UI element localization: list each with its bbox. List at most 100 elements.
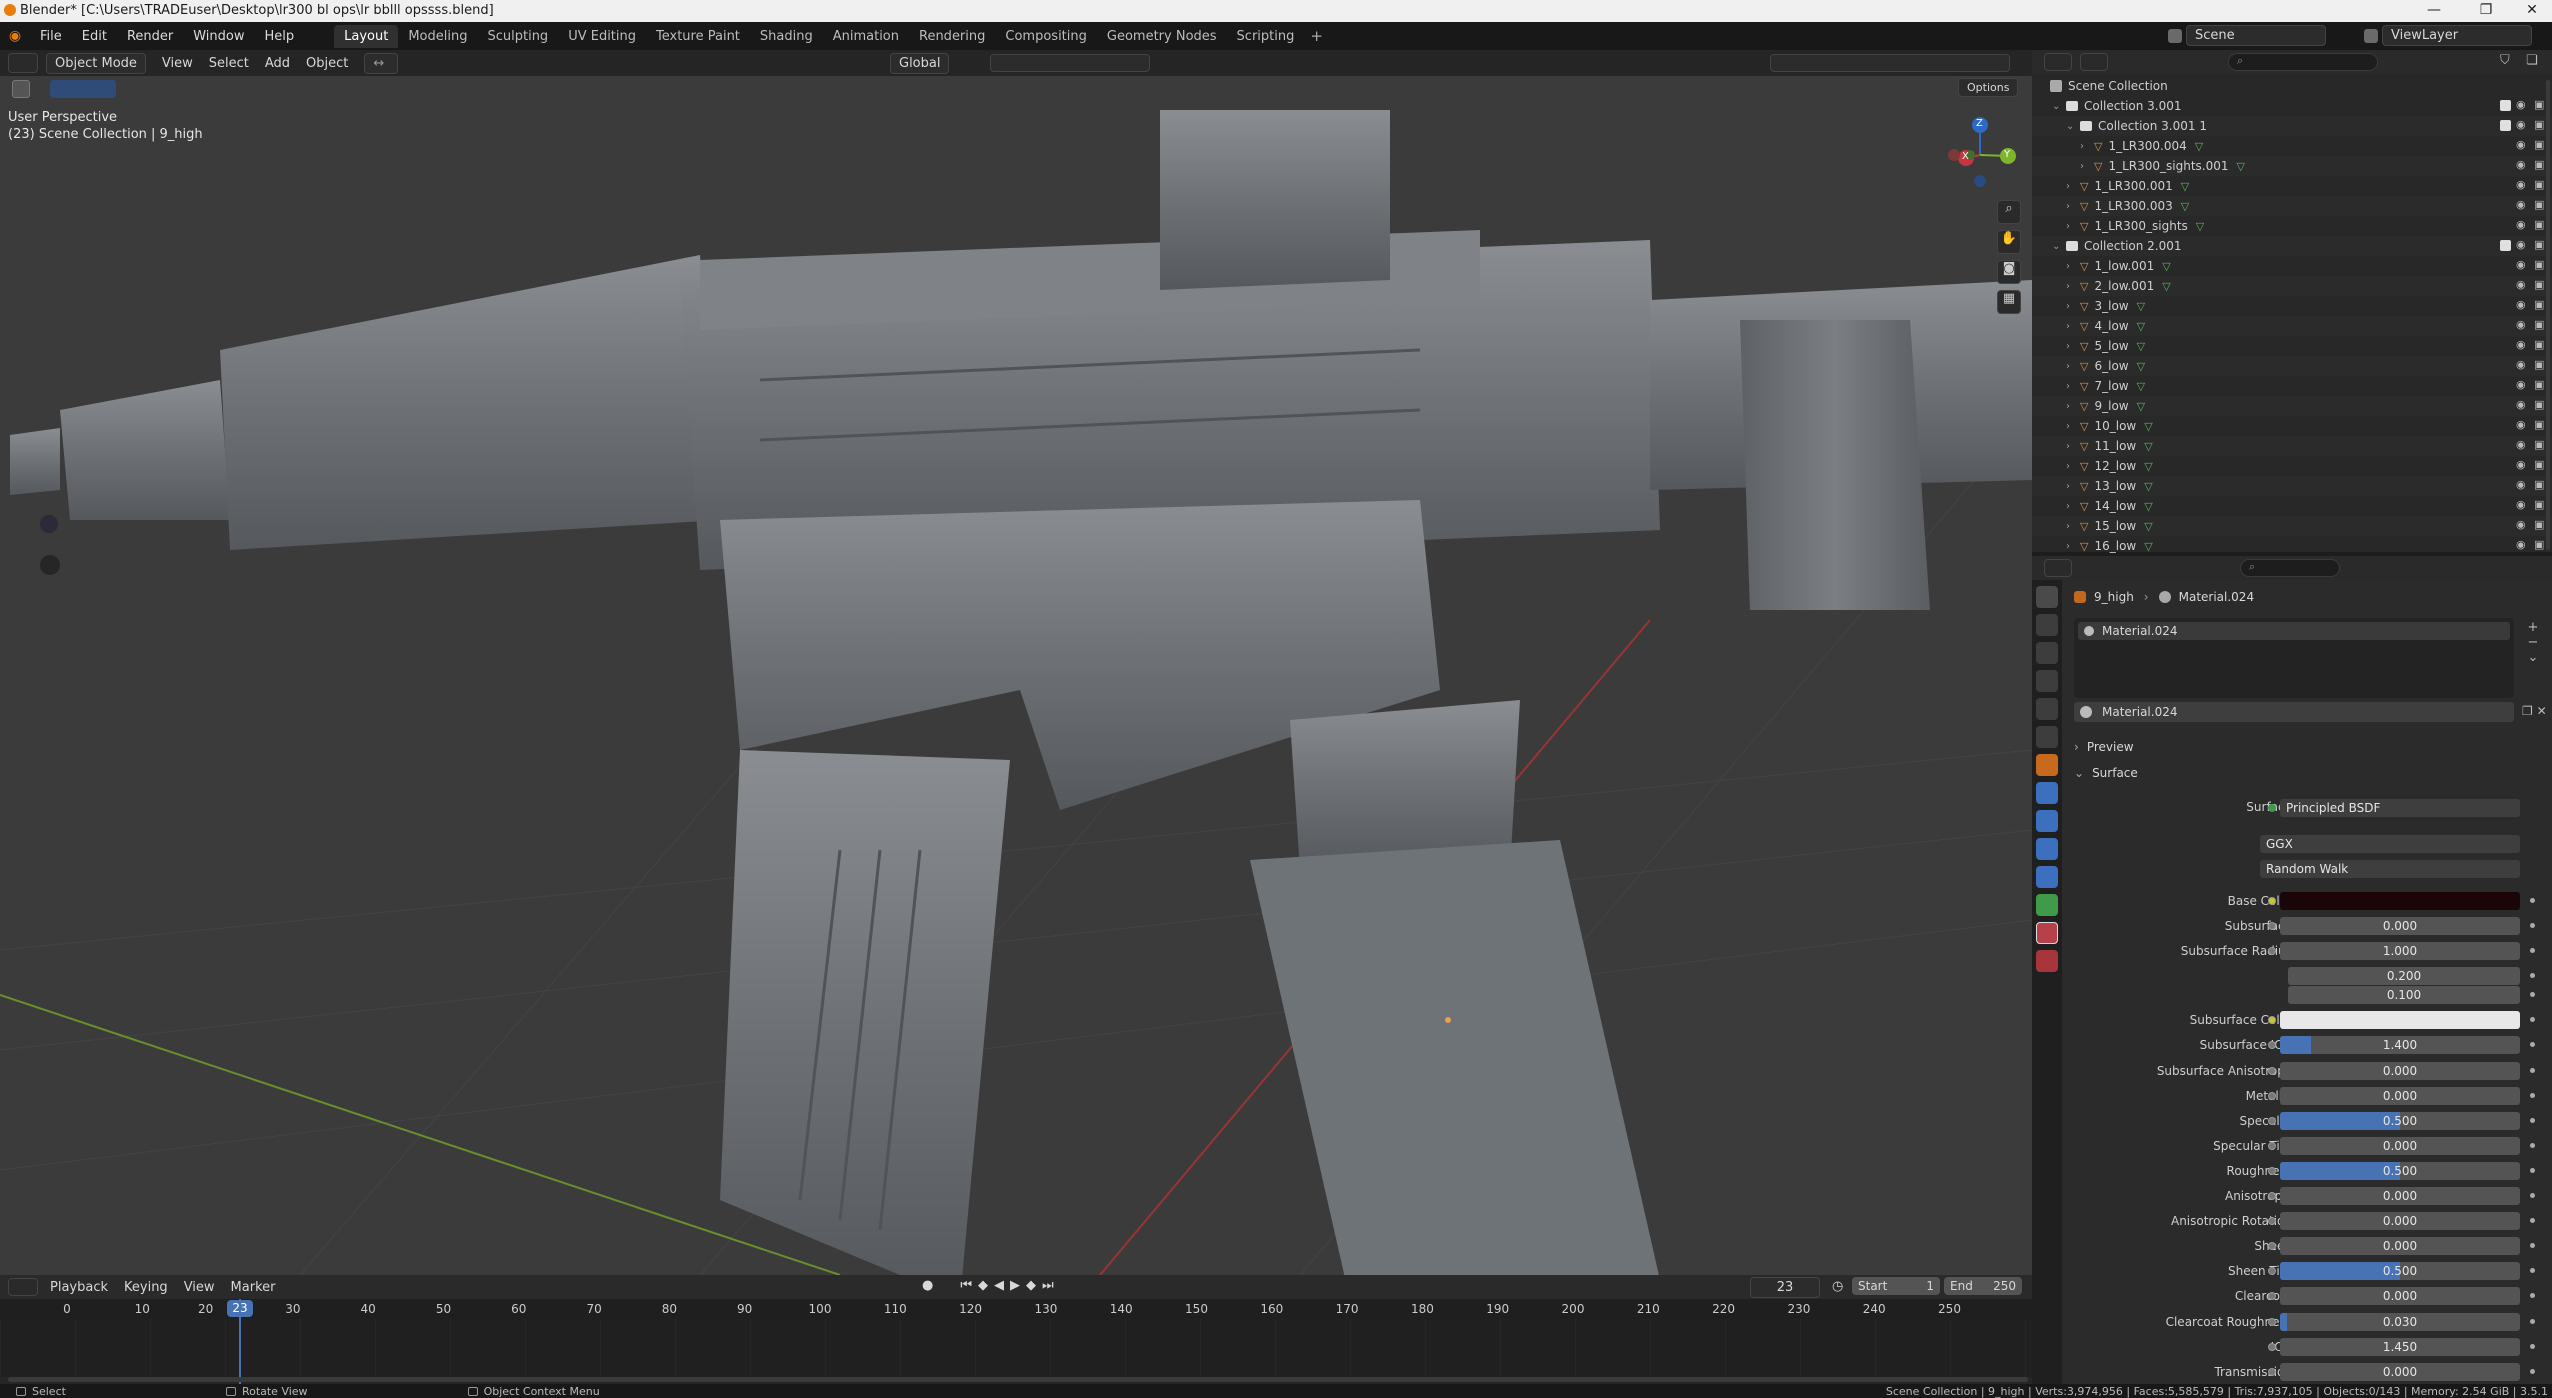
view-layer-name-field[interactable]: ViewLayer bbox=[2382, 25, 2532, 46]
frame-ruler[interactable]: 0 10 30 40 50 60 70 80 90 100 110 120 130 140 150 160 17… bbox=[0, 1299, 2032, 1319]
collapse-chevron-icon[interactable]: › bbox=[2066, 301, 2076, 312]
color-swatch[interactable] bbox=[2280, 1011, 2520, 1029]
texture-tab-icon[interactable] bbox=[2036, 950, 2058, 972]
outliner-item[interactable]: › ▽ 1_LR300.003 ▽ ◉ ▣ bbox=[2032, 196, 2552, 216]
visibility-eye-icon[interactable]: ◉ bbox=[2516, 518, 2526, 531]
render-camera-icon[interactable]: ▣ bbox=[2534, 478, 2544, 491]
visibility-eye-icon[interactable]: ◉ bbox=[2516, 138, 2526, 151]
value-field[interactable]: 0.500 bbox=[2280, 1262, 2520, 1280]
record-icon[interactable]: ● bbox=[918, 1278, 937, 1293]
remove-slot-icon[interactable]: − bbox=[2524, 635, 2542, 650]
render-camera-icon[interactable]: ▣ bbox=[2534, 538, 2544, 551]
tab-geometry-nodes[interactable]: Geometry Nodes bbox=[1097, 25, 1227, 48]
outliner-item[interactable]: › ▽ 11_low ▽ ◉ ▣ bbox=[2032, 436, 2552, 456]
material-slot-list[interactable]: Material.024 bbox=[2074, 618, 2514, 698]
render-camera-icon[interactable]: ▣ bbox=[2534, 458, 2544, 471]
value-field[interactable]: 0.000 bbox=[2280, 1187, 2520, 1205]
tool-tab-icon[interactable] bbox=[2036, 586, 2058, 608]
visibility-eye-icon[interactable]: ◉ bbox=[2516, 418, 2526, 431]
outliner-item[interactable]: › ▽ 1_LR300.004 ▽ ◉ ▣ bbox=[2032, 136, 2552, 156]
data-tab-icon[interactable] bbox=[2036, 894, 2058, 916]
physics-tab-icon[interactable] bbox=[2036, 838, 2058, 860]
collapse-chevron-icon[interactable]: › bbox=[2066, 481, 2076, 492]
visibility-eye-icon[interactable]: ◉ bbox=[2516, 398, 2526, 411]
value-field[interactable]: 0.000 bbox=[2280, 1363, 2520, 1381]
surface-shader-field[interactable]: Principled BSDF bbox=[2280, 799, 2520, 817]
exclude-checkbox[interactable] bbox=[2500, 240, 2511, 251]
input-socket-icon[interactable] bbox=[2268, 897, 2276, 905]
visibility-eye-icon[interactable]: ◉ bbox=[2516, 178, 2526, 191]
properties-search-input[interactable]: ⌕ bbox=[2240, 559, 2340, 577]
value-field[interactable]: 1.450 bbox=[2280, 1338, 2520, 1356]
visibility-eye-icon[interactable]: ◉ bbox=[2516, 198, 2526, 211]
timeline-scrollbar[interactable] bbox=[8, 1377, 2028, 1382]
visibility-eye-icon[interactable]: ◉ bbox=[2516, 98, 2526, 111]
timeline-editor[interactable]: Playback Keying View Marker ● ⏮ ◆ ◀ ▶ ◆ ⏭ 2… bbox=[0, 1275, 2032, 1384]
play-reverse-icon[interactable]: ◀ bbox=[991, 1278, 1007, 1293]
render-camera-icon[interactable]: ▣ bbox=[2534, 498, 2544, 511]
collapse-chevron-icon[interactable]: › bbox=[2066, 501, 2076, 512]
color-swatch[interactable] bbox=[2280, 892, 2520, 910]
timeline-menu-keying[interactable]: Keying bbox=[116, 1278, 176, 1297]
viewport-menu-object[interactable]: Object bbox=[298, 54, 356, 73]
collapse-chevron-icon[interactable]: › bbox=[2066, 281, 2076, 292]
keyframe-area[interactable] bbox=[0, 1319, 2032, 1377]
timeline-menu-playback[interactable]: Playback bbox=[42, 1278, 116, 1297]
collapse-chevron-icon[interactable]: › bbox=[2066, 321, 2076, 332]
outliner-search-input[interactable]: ⌕ bbox=[2228, 53, 2378, 71]
keyframe-dot-icon[interactable] bbox=[2530, 1017, 2535, 1022]
playhead-frame-label[interactable]: 23 bbox=[227, 1300, 253, 1317]
material-datablock-selector[interactable]: Material.024 bbox=[2074, 702, 2514, 722]
render-camera-icon[interactable]: ▣ bbox=[2534, 298, 2544, 311]
keyframe-dot-icon[interactable] bbox=[2530, 1319, 2535, 1324]
modifier-tab-icon[interactable] bbox=[2036, 782, 2058, 804]
visibility-eye-icon[interactable]: ◉ bbox=[2516, 218, 2526, 231]
collapse-chevron-icon[interactable]: › bbox=[2066, 201, 2076, 212]
input-socket-icon[interactable] bbox=[2268, 1142, 2276, 1150]
outliner-item[interactable]: › ▽ 6_low ▽ ◉ ▣ bbox=[2032, 356, 2552, 376]
outliner-item[interactable]: › ▽ 9_low ▽ ◉ ▣ bbox=[2032, 396, 2552, 416]
display-mode-icon[interactable] bbox=[2080, 53, 2108, 71]
minimize-icon[interactable]: — bbox=[2414, 2, 2454, 18]
visibility-eye-icon[interactable]: ◉ bbox=[2516, 378, 2526, 391]
value-field[interactable]: 0.100 bbox=[2288, 986, 2520, 1004]
outliner-root-row[interactable]: Scene Collection bbox=[2032, 76, 2552, 96]
collapse-chevron-icon[interactable]: › bbox=[2066, 521, 2076, 532]
input-socket-icon[interactable] bbox=[2268, 1267, 2276, 1275]
outliner-item[interactable]: › ▽ 5_low ▽ ◉ ▣ bbox=[2032, 336, 2552, 356]
add-workspace-icon[interactable]: + bbox=[1310, 27, 1323, 45]
filter-icon[interactable]: ⛉ bbox=[2500, 53, 2510, 68]
input-socket-icon[interactable] bbox=[2268, 1041, 2276, 1049]
tab-shading[interactable]: Shading bbox=[750, 25, 823, 48]
outliner-item[interactable]: ⌄ Collection 2.001 ◉ ▣ bbox=[2032, 236, 2552, 256]
input-socket-icon[interactable] bbox=[2268, 1343, 2276, 1351]
expand-chevron-icon[interactable]: ⌄ bbox=[2052, 101, 2062, 112]
play-icon[interactable]: ▶ bbox=[1007, 1278, 1023, 1293]
3d-cursor[interactable] bbox=[1445, 1017, 1451, 1023]
collapse-chevron-icon[interactable]: › bbox=[2066, 181, 2076, 192]
render-camera-icon[interactable]: ▣ bbox=[2534, 338, 2544, 351]
visibility-eye-icon[interactable]: ◉ bbox=[2516, 358, 2526, 371]
value-field[interactable]: 1.400 bbox=[2280, 1036, 2520, 1054]
collapse-chevron-icon[interactable]: › bbox=[2066, 341, 2076, 352]
outliner-editor[interactable]: ⌕ ⛉ ❏ Scene Collection ⌄ Collection 3.001… bbox=[2032, 50, 2552, 553]
value-field[interactable]: 1.000 bbox=[2280, 942, 2520, 960]
input-socket-icon[interactable] bbox=[2268, 1117, 2276, 1125]
pan-hand-icon[interactable]: ✋ bbox=[1997, 230, 2021, 254]
jump-end-icon[interactable]: ⏭ bbox=[1039, 1278, 1057, 1293]
value-field[interactable]: 0.500 bbox=[2280, 1162, 2520, 1180]
tab-rendering[interactable]: Rendering bbox=[909, 25, 995, 48]
surface-panel-header[interactable]: ⌄ Surface bbox=[2074, 766, 2138, 780]
jump-start-icon[interactable]: ⏮ bbox=[957, 1278, 975, 1293]
tool-toggle-icon[interactable] bbox=[12, 80, 30, 98]
value-field[interactable]: 0.200 bbox=[2288, 967, 2520, 985]
outliner-item[interactable]: › ▽ 1_LR300_sights ▽ ◉ ▣ bbox=[2032, 216, 2552, 236]
view-layer-selector[interactable]: ViewLayer bbox=[2364, 25, 2532, 46]
subsurface-method-dropdown[interactable]: Random Walk bbox=[2260, 860, 2520, 878]
navigation-gizmo[interactable]: Z Y X bbox=[1940, 115, 2020, 195]
collapse-chevron-icon[interactable]: › bbox=[2066, 461, 2076, 472]
visibility-eye-icon[interactable]: ◉ bbox=[2516, 278, 2526, 291]
viewport-menu-view[interactable]: View bbox=[154, 54, 201, 73]
visibility-eye-icon[interactable]: ◉ bbox=[2516, 118, 2526, 131]
options-dropdown[interactable]: Options bbox=[1958, 78, 2019, 97]
